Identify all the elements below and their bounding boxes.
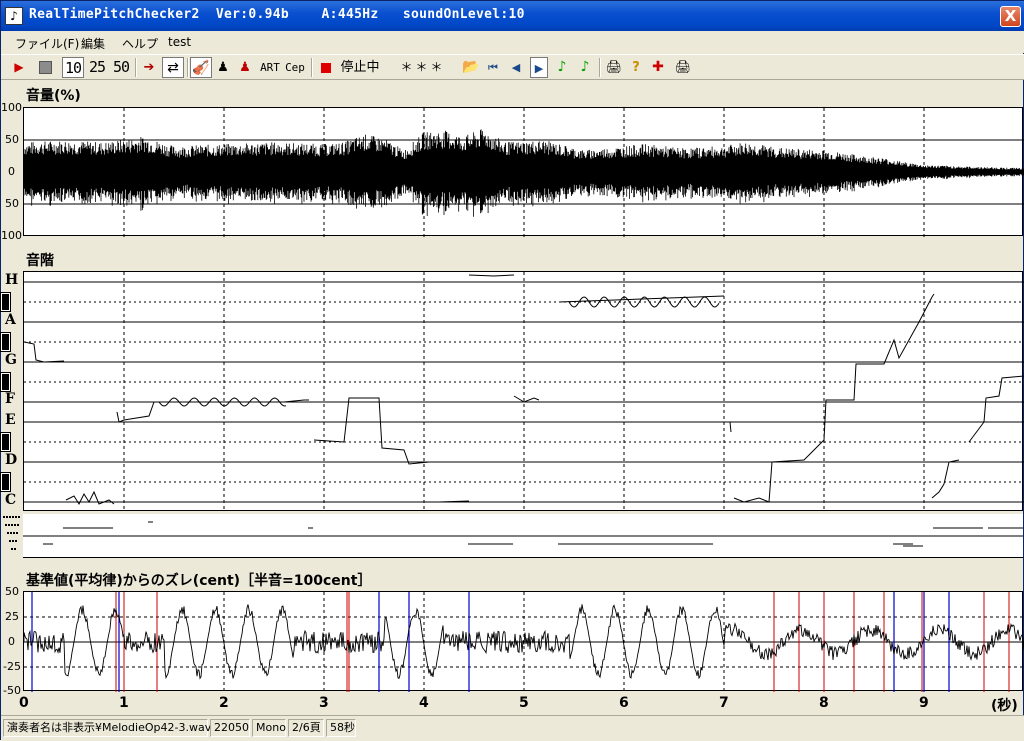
art-button[interactable]: ART: [259, 57, 281, 78]
vol-ytick: 100: [1, 229, 22, 242]
cep-button[interactable]: Cep: [284, 57, 306, 78]
status-file: 演奏者名は非表示¥MelodieOp42-3.wav: [3, 719, 211, 737]
person-red-icon[interactable]: ♟: [236, 57, 254, 78]
stop-button[interactable]: [34, 57, 56, 78]
cent-ytick: 25: [5, 610, 19, 623]
folder-open-icon[interactable]: 📂: [461, 57, 481, 78]
cursor-icon[interactable]: ✚: [649, 57, 667, 78]
cent-ytick: 0: [8, 635, 15, 648]
window-title: RealTimePitchChecker2 Ver:0.94b A:445Hz …: [29, 7, 525, 22]
note-green-alt-icon[interactable]: ♪: [576, 57, 594, 78]
time-tick: 5: [519, 695, 529, 711]
jump-end-icon[interactable]: ➔: [139, 57, 159, 78]
black-key: [0, 432, 11, 452]
menu-file[interactable]: ファイル(F): [15, 35, 79, 52]
black-key: [0, 372, 11, 392]
speed-50-button[interactable]: 50: [110, 57, 132, 78]
note-label-e: E: [5, 412, 16, 428]
cent-ytick: 50: [5, 585, 19, 598]
cent-ytick: -50: [3, 684, 21, 697]
vol-ytick: 100: [1, 101, 22, 114]
cent-deviation-trace: [24, 592, 1024, 692]
record-icon[interactable]: [317, 57, 335, 78]
menu-help[interactable]: ヘルプ: [122, 35, 158, 52]
printer-icon[interactable]: 🖨: [673, 57, 693, 78]
note-green-icon[interactable]: ♪: [553, 57, 571, 78]
time-tick: 0: [19, 695, 29, 711]
note-label-h: H: [5, 272, 19, 288]
time-tick: 3: [319, 695, 329, 711]
prev-page-icon[interactable]: ◀: [507, 57, 525, 78]
note-label-c: C: [5, 492, 17, 508]
violin-icon[interactable]: 🎻: [190, 57, 212, 78]
play-icon[interactable]: ▶: [9, 57, 29, 78]
app-window: ♪ RealTimePitchChecker2 Ver:0.94b A:445H…: [0, 0, 1024, 741]
note-display: ＊＊＊: [387, 57, 459, 78]
next-page-icon[interactable]: ▶: [530, 57, 548, 78]
time-unit: (秒): [991, 698, 1018, 714]
vol-ytick: 50: [5, 133, 19, 146]
status-page: 2/6頁: [288, 719, 324, 737]
loop-icon[interactable]: ⇄: [162, 57, 184, 78]
scale-panel[interactable]: [23, 271, 1024, 512]
time-tick: 1: [119, 695, 129, 711]
note-label-a: A: [5, 312, 16, 328]
note-label-d: D: [5, 452, 18, 468]
note-label-g: G: [5, 352, 17, 368]
cent-label: 基準値(平均律)からのズレ(cent)［半音=100cent］: [26, 573, 372, 589]
help-icon[interactable]: ?: [627, 57, 645, 78]
status-text: 停止中: [340, 60, 380, 75]
menu-edit[interactable]: 編集: [81, 35, 105, 52]
status-rate: 22050: [210, 719, 250, 737]
first-page-icon[interactable]: ⏮: [484, 57, 502, 78]
app-icon: ♪: [5, 7, 23, 25]
time-tick: 2: [219, 695, 229, 711]
person-black-icon[interactable]: ♟: [214, 57, 232, 78]
cent-panel[interactable]: [23, 591, 1024, 692]
close-button[interactable]: X: [1000, 6, 1021, 27]
menu-test[interactable]: test: [168, 35, 191, 49]
menu-bar: ファイル(F) 編集 ヘルプ test: [1, 31, 1024, 53]
vol-ytick: 0: [8, 165, 15, 178]
title-bar[interactable]: ♪ RealTimePitchChecker2 Ver:0.94b A:445H…: [1, 1, 1024, 31]
scale-label: 音階: [26, 253, 54, 269]
print-icon[interactable]: 🖨: [604, 57, 624, 78]
time-tick: 4: [419, 695, 429, 711]
black-key: [0, 292, 11, 312]
stop-icon: [38, 61, 52, 74]
volume-panel[interactable]: [23, 107, 1024, 237]
pitch-trace: [24, 272, 1024, 512]
status-bar: 演奏者名は非表示¥MelodieOp42-3.wav 22050 Mono 2/…: [1, 715, 1024, 741]
time-tick: 6: [619, 695, 629, 711]
note-label-f: F: [5, 391, 15, 407]
vol-ytick: 50: [5, 197, 19, 210]
status-duration: 58秒: [326, 719, 356, 737]
volume-waveform: [24, 108, 1024, 237]
volume-label: 音量(%): [26, 88, 81, 104]
octave-marker-strip: [1, 514, 23, 558]
cent-ytick: -25: [3, 660, 21, 673]
time-tick: 9: [919, 695, 929, 711]
black-key: [0, 332, 11, 352]
speed-25-button[interactable]: 25: [86, 57, 108, 78]
octave-strip: [23, 514, 1023, 558]
status-channels: Mono: [252, 719, 286, 737]
time-tick: 8: [819, 695, 829, 711]
speed-10-button[interactable]: 10: [62, 57, 84, 78]
toolbar: ▶ 10 25 50 ➔ ⇄ 🎻 ♟ ♟ ART Cep 停止中 ＊＊＊ 📂 ⏮…: [1, 54, 1024, 80]
time-tick: 7: [719, 695, 729, 711]
black-key: [0, 472, 11, 492]
